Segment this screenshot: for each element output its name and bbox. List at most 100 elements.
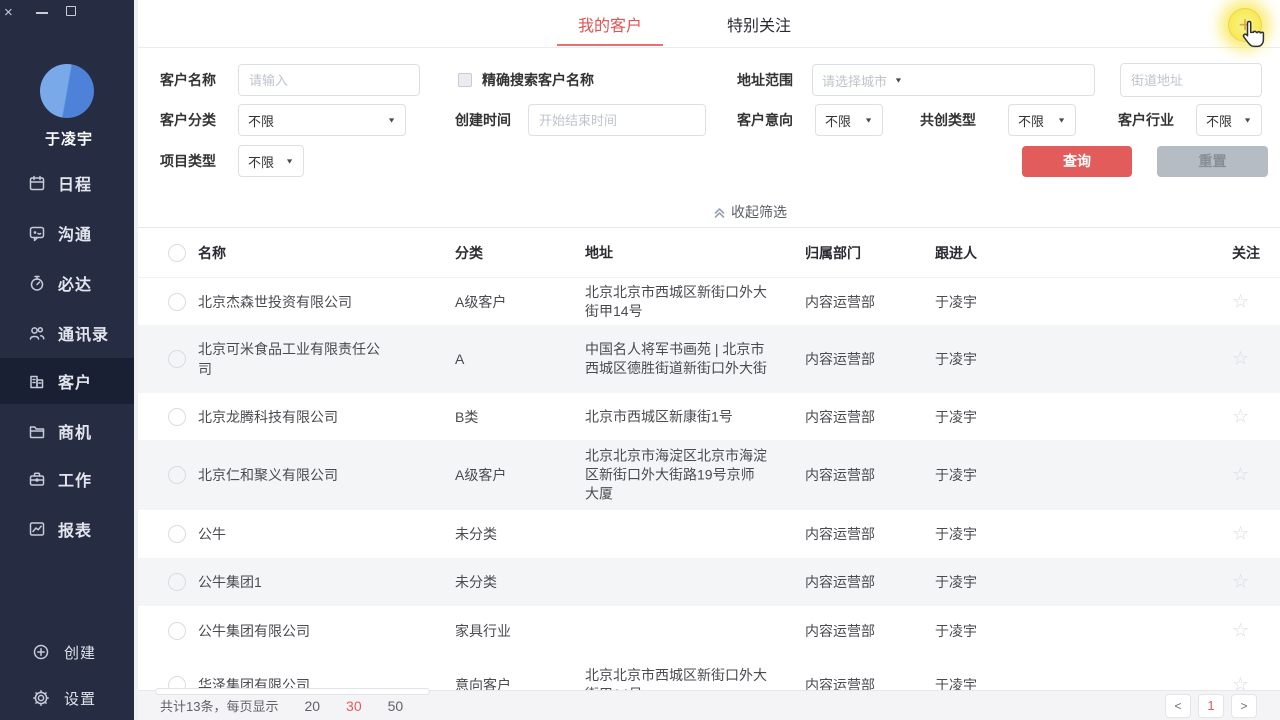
sidebar-settings-label: 设置 bbox=[64, 688, 96, 709]
top-tab-bar: 我的客户 特别关注 bbox=[138, 0, 1280, 48]
chevron-down-icon: ▼ bbox=[864, 116, 873, 124]
col-header-follower: 跟进人 bbox=[935, 243, 1055, 263]
table-row[interactable]: 公牛 未分类 内容运营部 于凌宇 ☆ bbox=[138, 510, 1280, 558]
customer-intent-select[interactable]: 不限 ▼ bbox=[815, 104, 883, 136]
reset-button[interactable]: 重置 bbox=[1157, 146, 1268, 177]
sidebar-item-customers[interactable]: 客户 bbox=[0, 358, 138, 404]
page-size-20[interactable]: 20 bbox=[304, 698, 320, 714]
calendar-icon bbox=[28, 174, 46, 192]
sidebar: × 于凌宇 日程 沟通 必达 通讯录 bbox=[0, 0, 138, 720]
chevrons-up-icon bbox=[713, 206, 726, 219]
collapse-filters-link[interactable]: 收起筛选 bbox=[713, 202, 787, 222]
cell-department: 内容运营部 bbox=[805, 621, 925, 641]
sidebar-item-label: 通讯录 bbox=[58, 321, 109, 345]
cell-category: 未分类 bbox=[455, 524, 575, 544]
cell-category: A bbox=[455, 351, 575, 367]
window-minimize-icon[interactable] bbox=[36, 12, 48, 14]
sidebar-item-label: 日程 bbox=[58, 171, 92, 195]
star-icon[interactable]: ☆ bbox=[1232, 405, 1266, 428]
next-page-button[interactable]: > bbox=[1231, 694, 1257, 718]
city-select[interactable]: 请选择城市 ▼ bbox=[812, 64, 1095, 96]
sidebar-item-bida[interactable]: 必达 bbox=[0, 260, 138, 306]
table-row[interactable]: 公牛集团1 未分类 内容运营部 于凌宇 ☆ bbox=[138, 558, 1280, 606]
add-customer-button[interactable]: + bbox=[1228, 8, 1262, 42]
table-row[interactable]: 北京龙腾科技有限公司 B类 北京市西城区新康街1号 内容运营部 于凌宇 ☆ bbox=[138, 393, 1280, 440]
row-checkbox[interactable] bbox=[168, 573, 186, 591]
row-checkbox[interactable] bbox=[168, 466, 186, 484]
customer-industry-select[interactable]: 不限 ▼ bbox=[1196, 104, 1262, 136]
customer-category-select[interactable]: 不限 ▼ bbox=[238, 104, 406, 136]
cell-name: 北京可米食品工业有限责任公司 bbox=[198, 339, 386, 379]
cell-category: A级客户 bbox=[455, 292, 575, 312]
user-name: 于凌宇 bbox=[0, 128, 138, 149]
exact-search-label: 精确搜索客户名称 bbox=[482, 64, 594, 96]
cell-department: 内容运营部 bbox=[805, 349, 925, 369]
sidebar-create-button[interactable]: 创建 bbox=[0, 632, 138, 672]
avatar[interactable] bbox=[40, 64, 94, 118]
row-checkbox[interactable] bbox=[168, 622, 186, 640]
street-address-input[interactable] bbox=[1120, 63, 1262, 97]
star-icon[interactable]: ☆ bbox=[1232, 464, 1266, 487]
customer-name-label: 客户名称 bbox=[160, 64, 216, 96]
cell-department: 内容运营部 bbox=[805, 292, 925, 312]
cell-follower: 于凌宇 bbox=[935, 349, 1055, 369]
cell-follower: 于凌宇 bbox=[935, 524, 1055, 544]
sidebar-item-reports[interactable]: 报表 bbox=[0, 506, 138, 552]
window-close-icon[interactable]: × bbox=[4, 4, 13, 21]
sidebar-item-communication[interactable]: 沟通 bbox=[0, 210, 138, 256]
row-checkbox[interactable] bbox=[168, 408, 186, 426]
building-icon bbox=[28, 372, 46, 390]
sidebar-item-label: 报表 bbox=[58, 517, 92, 541]
address-range-label: 地址范围 bbox=[737, 64, 793, 96]
sidebar-item-opportunities[interactable]: 商机 bbox=[0, 408, 138, 454]
row-checkbox[interactable] bbox=[168, 350, 186, 368]
page-size-30[interactable]: 30 bbox=[346, 698, 362, 714]
folder-icon bbox=[28, 422, 46, 440]
cell-name: 公牛集团1 bbox=[198, 572, 386, 592]
cell-name: 北京仁和聚义有限公司 bbox=[198, 465, 386, 485]
star-icon[interactable]: ☆ bbox=[1232, 348, 1266, 371]
col-header-follow: 关注 bbox=[1232, 243, 1266, 263]
page-size-50[interactable]: 50 bbox=[388, 698, 404, 714]
star-icon[interactable]: ☆ bbox=[1232, 619, 1266, 642]
city-select-value: 请选择城市 bbox=[822, 71, 887, 90]
exact-search-checkbox[interactable] bbox=[458, 73, 472, 87]
col-header-department: 归属部门 bbox=[805, 243, 925, 263]
cell-address: 北京北京市西城区新街口外大街甲14号 bbox=[585, 283, 767, 321]
cocreate-type-select[interactable]: 不限 ▼ bbox=[1008, 104, 1076, 136]
table-row[interactable]: 公牛集团有限公司 家具行业 内容运营部 于凌宇 ☆ bbox=[138, 606, 1280, 655]
row-checkbox[interactable] bbox=[168, 525, 186, 543]
tab-my-customers[interactable]: 我的客户 bbox=[557, 0, 663, 48]
star-icon[interactable]: ☆ bbox=[1232, 290, 1266, 313]
customer-industry-value: 不限 bbox=[1206, 111, 1232, 130]
customer-intent-value: 不限 bbox=[825, 111, 851, 130]
customer-name-input[interactable] bbox=[238, 64, 420, 96]
star-icon[interactable]: ☆ bbox=[1232, 571, 1266, 594]
sidebar-settings-button[interactable]: 设置 bbox=[0, 678, 138, 718]
cell-follower: 于凌宇 bbox=[935, 572, 1055, 592]
sidebar-item-work[interactable]: 工作 bbox=[0, 456, 138, 502]
horizontal-scrollbar-thumb[interactable] bbox=[155, 688, 430, 695]
table-row[interactable]: 北京仁和聚义有限公司 A级客户 北京北京市海淀区北京市海淀区新街口外大街路19号… bbox=[138, 440, 1280, 510]
cell-department: 内容运营部 bbox=[805, 407, 925, 427]
chevron-down-icon: ▼ bbox=[1243, 116, 1252, 124]
contacts-icon bbox=[28, 324, 46, 342]
project-type-select[interactable]: 不限 ▼ bbox=[238, 145, 304, 177]
created-time-input[interactable] bbox=[528, 104, 706, 136]
row-checkbox[interactable] bbox=[168, 293, 186, 311]
sidebar-item-contacts[interactable]: 通讯录 bbox=[0, 310, 138, 356]
search-button[interactable]: 查询 bbox=[1022, 146, 1132, 177]
current-page-button[interactable]: 1 bbox=[1198, 694, 1224, 718]
chevron-down-icon: ▼ bbox=[1057, 116, 1066, 124]
prev-page-button[interactable]: < bbox=[1165, 694, 1191, 718]
cell-name: 北京龙腾科技有限公司 bbox=[198, 407, 386, 427]
table-row[interactable]: 北京杰森世投资有限公司 A级客户 北京北京市西城区新街口外大街甲14号 内容运营… bbox=[138, 278, 1280, 325]
tab-special-follow[interactable]: 特别关注 bbox=[706, 0, 812, 48]
table-header: 名称 分类 地址 归属部门 跟进人 关注 bbox=[138, 227, 1280, 278]
select-all-checkbox[interactable] bbox=[168, 244, 186, 262]
sidebar-item-schedule[interactable]: 日程 bbox=[0, 160, 138, 206]
star-icon[interactable]: ☆ bbox=[1232, 523, 1266, 546]
window-maximize-icon[interactable] bbox=[66, 6, 76, 16]
table-row[interactable]: 北京可米食品工业有限责任公司 A 中国名人将军书画苑 | 北京市西城区德胜街道新… bbox=[138, 325, 1280, 393]
chevron-down-icon: ▼ bbox=[285, 157, 294, 165]
